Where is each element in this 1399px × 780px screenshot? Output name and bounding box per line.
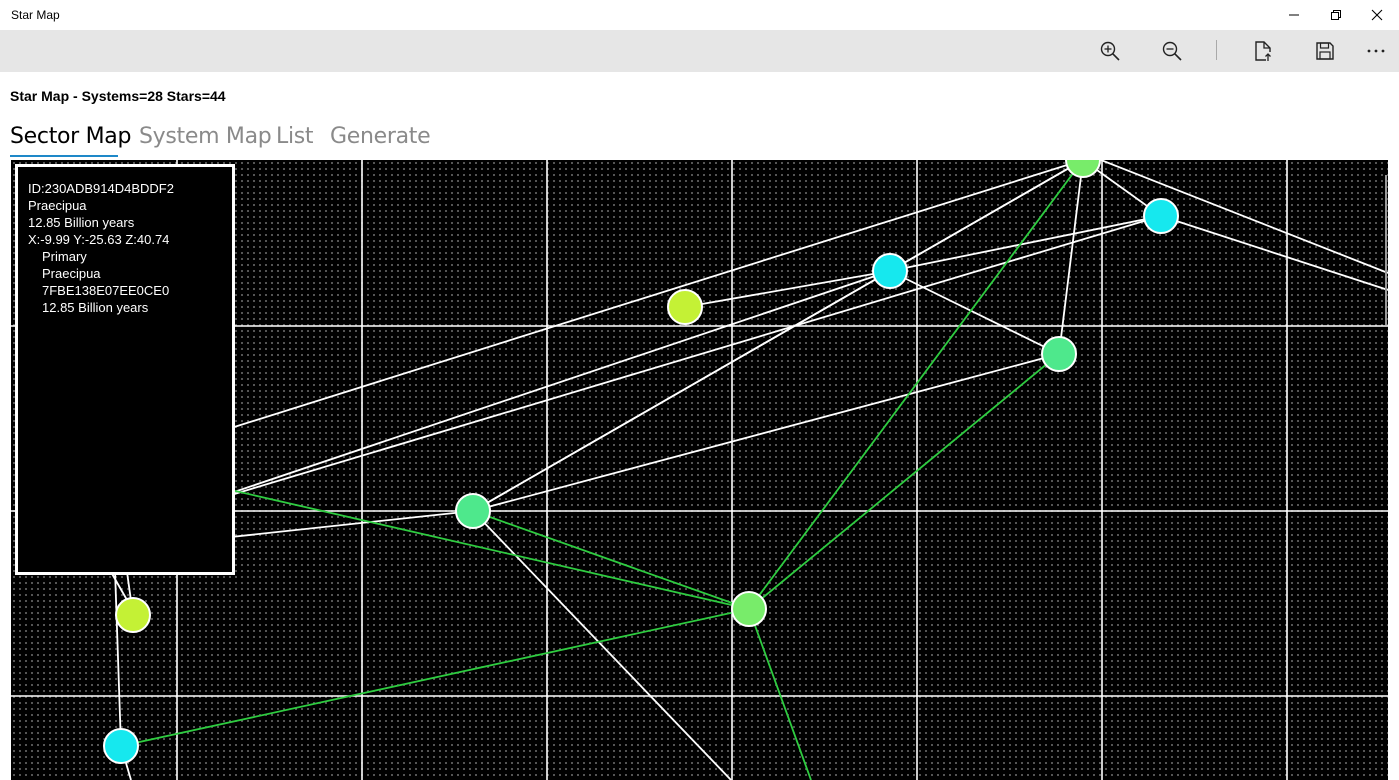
save-button[interactable]	[1301, 30, 1349, 72]
link-q	[114, 569, 122, 747]
system-coords: X:-9.99 Y:-25.63 Z:40.74	[28, 232, 170, 247]
star-name: Praecipua	[42, 266, 101, 281]
star-system-node[interactable]	[872, 253, 908, 289]
star-system-node[interactable]	[1065, 160, 1101, 178]
window-title: Star Map	[11, 8, 60, 22]
tab-system-map[interactable]: System Map	[139, 124, 272, 149]
link-h	[230, 215, 1162, 496]
green-links	[120, 160, 1084, 780]
close-button[interactable]	[1354, 0, 1399, 30]
white-links	[110, 160, 1388, 780]
link-n	[230, 510, 474, 538]
star-role: Primary	[42, 249, 87, 264]
star-system-node[interactable]	[1041, 336, 1077, 372]
title-bar: Star Map	[0, 0, 1399, 30]
zoom-in-icon	[1100, 41, 1120, 61]
tab-list[interactable]: List	[276, 124, 314, 149]
star-system-node[interactable]	[115, 597, 151, 633]
close-icon	[1371, 9, 1383, 21]
star-system-node[interactable]	[667, 289, 703, 325]
link-o	[472, 160, 1084, 512]
green-link-e	[120, 608, 750, 747]
star-age: 12.85 Billion years	[42, 300, 149, 315]
green-link-a	[748, 160, 1084, 610]
star-system-node[interactable]	[1143, 198, 1179, 234]
link-p	[472, 510, 732, 780]
green-link-c	[472, 510, 750, 610]
restore-icon	[1331, 10, 1341, 20]
minimize-button[interactable]	[1271, 0, 1317, 30]
link-m	[472, 353, 1060, 512]
tab-generate[interactable]: Generate	[330, 124, 431, 149]
link-a	[230, 160, 1084, 429]
page-title: Star Map - Systems=28 Stars=44	[10, 88, 226, 104]
command-bar	[0, 30, 1399, 72]
system-age: 12.85 Billion years	[28, 215, 135, 230]
more-ellipsis-icon	[1367, 49, 1385, 53]
star-systems	[103, 160, 1179, 764]
map-scrollbar[interactable]	[1385, 175, 1387, 325]
star-id: 7FBE138E07EE0CE0	[42, 283, 170, 298]
link-s	[110, 571, 128, 601]
system-name: Praecipua	[28, 198, 87, 213]
link-d	[1058, 160, 1084, 355]
zoom-out-icon	[1162, 41, 1182, 61]
star-system-node[interactable]	[731, 591, 767, 627]
active-tab-indicator	[10, 155, 118, 157]
zoom-in-button[interactable]	[1086, 30, 1134, 72]
save-icon	[1316, 42, 1334, 60]
document-export-icon	[1255, 41, 1271, 61]
green-link-b	[748, 353, 1060, 610]
more-button[interactable]	[1352, 30, 1399, 72]
app-window: Star Map Star Map - Systems=28 Stars=44 …	[0, 0, 1399, 780]
export-button[interactable]	[1239, 30, 1287, 72]
tab-sector-map[interactable]: Sector Map	[10, 124, 131, 149]
zoom-out-button[interactable]	[1148, 30, 1196, 72]
toolbar-separator	[1216, 40, 1217, 60]
green-link-f	[748, 608, 812, 780]
system-id: ID:230ADB914D4BDDF2	[28, 181, 174, 196]
link-e	[1160, 215, 1388, 291]
star-system-node[interactable]	[455, 493, 491, 529]
link-g	[889, 215, 1162, 272]
restore-button[interactable]	[1313, 0, 1359, 30]
star-system-node[interactable]	[103, 728, 139, 764]
minimize-icon	[1289, 14, 1299, 16]
link-j	[889, 270, 1060, 355]
system-info-popup: ID:230ADB914D4BDDF2 Praecipua 12.85 Bill…	[15, 164, 235, 575]
